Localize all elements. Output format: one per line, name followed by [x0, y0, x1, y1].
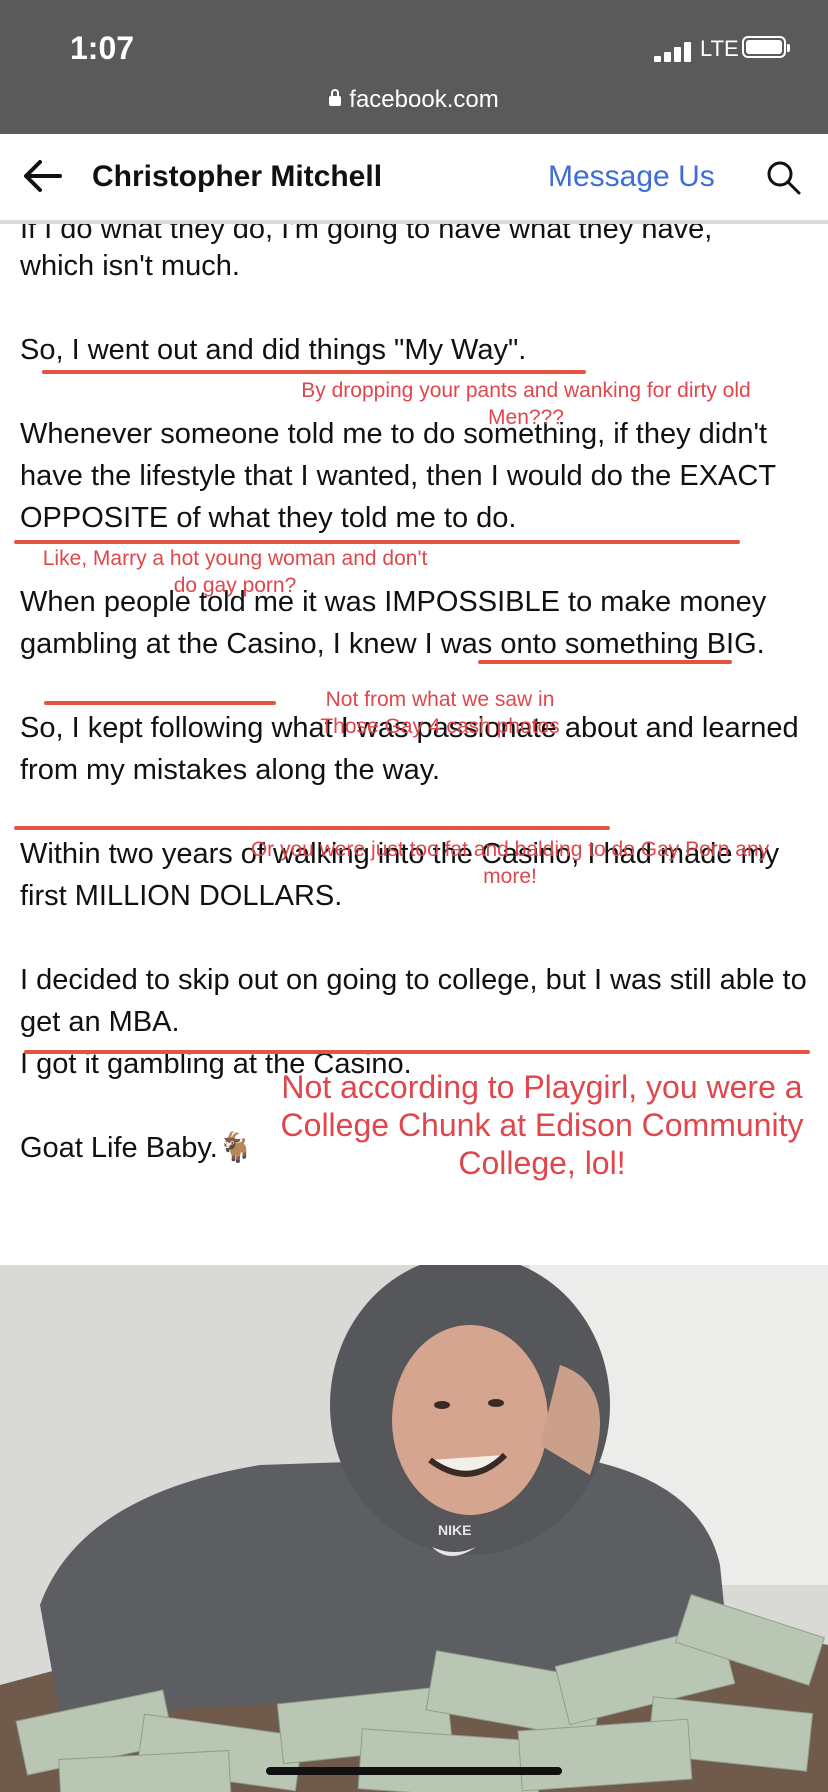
post-paragraph: Whenever someone told me to do something… — [20, 418, 776, 534]
network-label: LTE — [700, 36, 739, 61]
underline — [14, 540, 740, 544]
goat-emoji: 🐐 — [217, 1132, 254, 1164]
goat-line: Goat Life Baby. — [20, 1132, 218, 1164]
page-header: Christopher Mitchell Message Us — [0, 134, 828, 224]
post-paragraph: So, I went out and did things "My Way". — [20, 334, 527, 366]
annotation: Like, Marry a hot young woman and don't … — [42, 547, 428, 597]
annotation: Not from what we saw in Those Gay 4 cash… — [320, 688, 560, 738]
annotation: Not according to Playgirl, you were a Co… — [280, 1069, 804, 1181]
annotation: Or you were just too fat and balding to … — [250, 838, 770, 888]
page-title[interactable]: Christopher Mitchell — [92, 160, 382, 194]
man-with-cash-illustration: NIKE — [0, 1265, 828, 1792]
underline — [42, 370, 586, 374]
search-icon[interactable] — [766, 160, 802, 196]
lock-icon — [329, 89, 342, 106]
underline — [44, 701, 276, 705]
back-arrow-icon[interactable] — [22, 158, 62, 194]
underline — [14, 826, 610, 830]
signal-icon — [654, 42, 694, 62]
post-photo[interactable]: NIKE — [0, 1265, 828, 1792]
underline — [478, 660, 732, 664]
message-us-button[interactable]: Message Us — [548, 160, 715, 194]
underline — [24, 1050, 810, 1054]
address-bar[interactable]: facebook.com — [0, 86, 828, 114]
home-indicator[interactable] — [266, 1767, 562, 1775]
post-paragraph: I decided to skip out on going to colleg… — [20, 964, 807, 1038]
url-text: facebook.com — [349, 86, 499, 113]
nike-logo: NIKE — [438, 1522, 471, 1538]
clock: 1:07 — [70, 30, 135, 66]
annotation: By dropping your pants and wanking for d… — [301, 379, 751, 429]
battery-icon — [742, 36, 790, 58]
status-bar: 1:07 LTE facebook.com — [0, 0, 828, 134]
post-paragraph: which isn't much. — [20, 250, 240, 282]
